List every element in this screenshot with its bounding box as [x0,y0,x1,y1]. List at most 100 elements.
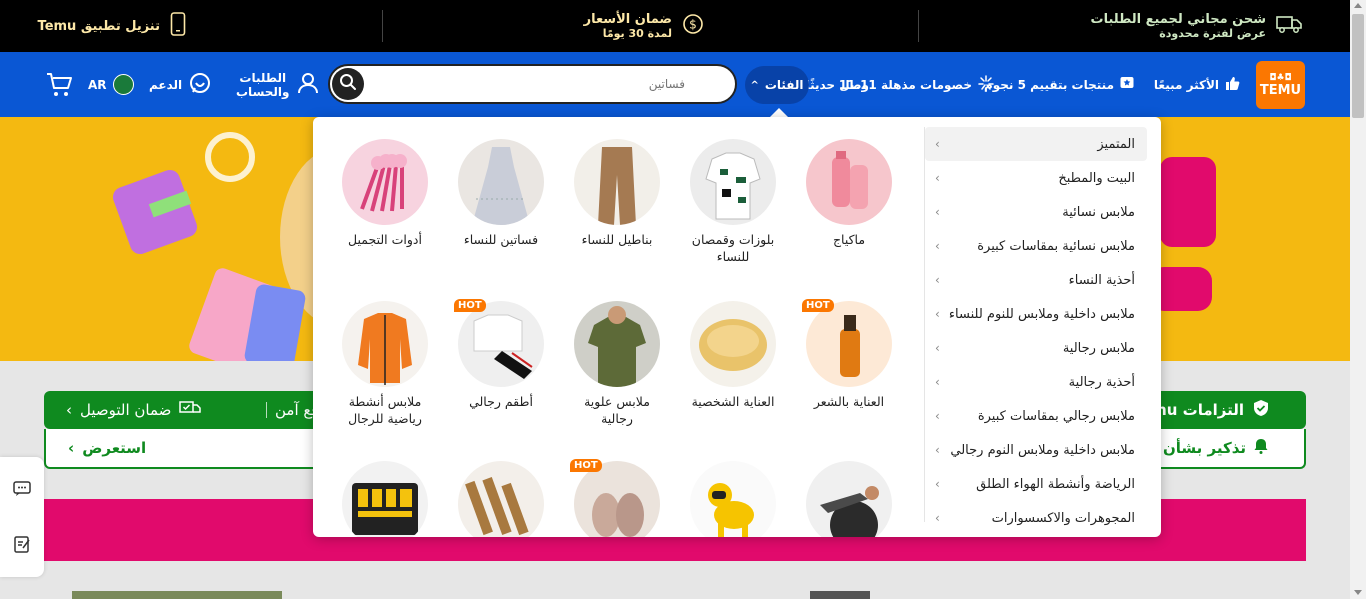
chevron-right-icon: › [935,137,940,151]
category-item[interactable]: ملابس رجالي بمقاسات كبيرة › [925,399,1147,433]
page: شحن مجاني لجميع الطلبات عرض لفترة محدودة… [0,0,1366,599]
product-tile-label: فساتين للنساء [463,232,539,247]
chevron-right-icon: › [935,409,940,423]
pink-bottles-image [806,139,892,225]
category-product-tile[interactable]: بناطيل للنساء [559,139,675,248]
hot-badge: HOT [454,299,486,312]
search-button[interactable] [332,68,364,100]
category-product-tile[interactable]: HOT العناية بالشعر [791,299,907,410]
category-item[interactable]: أحذية رجالية › [925,365,1147,399]
scroll-down-arrow-icon[interactable] [1354,590,1362,595]
search-input[interactable] [385,66,685,102]
feedback-icon[interactable] [14,535,31,557]
nav-new-arrivals-label: وصل حديثًا [805,77,869,92]
product-card-image[interactable] [810,591,870,599]
category-item-label: ملابس نسائية [1062,204,1135,220]
category-item-label: ملابس داخلية وملابس للنوم للنساء [948,306,1135,322]
shield-check-icon [1252,399,1270,421]
support-label: الدعم [149,77,183,92]
nav-best-sellers-label: الأكثر مبيعًا [1153,77,1219,92]
category-product-tile[interactable]: ملابس أنشطة رياضية للرجال [327,301,443,427]
chevron-right-icon: › [935,443,940,457]
price-guarantee-text: ضمان الأسعار [583,12,672,27]
thumbs-up-icon [1225,76,1240,94]
category-item-label: ملابس رجالية [1062,340,1135,356]
main-navbar: ◘♣◘ TEMU الأكثر مبيعًا منتجات بتقييم 5 ن… [0,52,1350,117]
category-product-tile[interactable]: ملابس علوية رجالية [559,301,675,427]
truck-icon [1276,13,1302,39]
category-item[interactable]: المتميز › [925,127,1147,161]
view-link[interactable]: ‹ استعرض [68,429,146,467]
category-item-label: ملابس نسائية بمقاسات كبيرة [977,238,1135,254]
product-tile-label: بناطيل للنساء [581,232,653,247]
chat-icon[interactable] [13,481,31,501]
language-selector[interactable]: AR [88,52,134,117]
fireworks-icon [978,75,994,94]
categories-tab[interactable]: ^ الفئات [745,66,809,104]
truck-check-icon [179,400,202,420]
chevron-right-icon: › [935,205,940,219]
category-item[interactable]: ملابس داخلية وملابس للنوم للنساء › [925,297,1147,331]
category-item[interactable]: ملابس داخلية وملابس النوم رجالي › [925,433,1147,467]
category-product-tile[interactable]: فساتين للنساء [443,139,559,248]
category-item[interactable]: ملابس نسائية › [925,195,1147,229]
dollar-coin-icon: $ [682,13,704,39]
temu-logo[interactable]: ◘♣◘ TEMU [1256,61,1305,109]
category-product-tile[interactable] [791,461,907,537]
scrollbar[interactable] [1350,0,1366,599]
category-product-tile[interactable]: أدوات التجميل [327,139,443,248]
free-shipping-promo[interactable]: شحن مجاني لجميع الطلبات عرض لفترة محدودة [1091,0,1302,52]
support-button[interactable]: الدعم [149,52,212,117]
category-product-tile[interactable] [675,461,791,537]
nav-new-arrivals[interactable]: وصل حديثًا [806,52,869,117]
category-item[interactable]: البيت والمطبخ › [925,161,1147,195]
nav-five-star[interactable]: منتجات بتقييم 5 نجوم [984,52,1134,117]
chevron-left-icon: ‹ [66,401,72,419]
divider [382,10,383,42]
divider [918,10,919,42]
robot-dog-image [690,461,776,537]
category-product-tile[interactable]: العناية الشخصية [675,301,791,410]
chevron-right-icon: › [935,477,940,491]
category-item[interactable]: أحذية النساء › [925,263,1147,297]
category-item[interactable]: ملابس رجالية › [925,331,1147,365]
cart-button[interactable] [46,72,74,102]
chevron-right-icon: › [935,273,940,287]
delivery-guarantee-item[interactable]: ‹ ضمان التوصيل [66,391,202,429]
product-tile-label: بلوزات وقمصان للنساء [691,232,775,264]
chevron-right-icon: › [935,171,940,185]
trousers-image [574,139,660,225]
language-label: AR [88,77,107,92]
category-product-tile[interactable]: HOT أطقم رجالي [443,299,559,410]
scroll-up-arrow-icon[interactable] [1354,3,1362,8]
category-item[interactable]: ملابس نسائية بمقاسات كبيرة › [925,229,1147,263]
scrollbar-thumb[interactable] [1352,14,1364,118]
category-product-tile[interactable] [443,461,559,537]
nav-best-sellers[interactable]: الأكثر مبيعًا [1154,52,1240,117]
price-guarantee-promo[interactable]: $ ضمان الأسعار لمدة 30 يومًا [584,0,704,52]
dress-image [458,139,544,225]
sports-jacket-image [342,301,428,387]
product-tile-label: ماكياج [832,232,866,247]
category-product-tile[interactable]: بلوزات وقمصان للنساء [675,139,791,265]
category-product-tile[interactable] [327,461,443,537]
category-item-label: أحذية رجالية [1068,374,1135,390]
category-item[interactable]: المجوهرات والاكسسوارات › [925,501,1147,535]
category-item-label: ملابس رجالي بمقاسات كبيرة [977,408,1135,424]
product-tile-label: أطقم رجالي [469,394,533,409]
product-card-image[interactable] [72,591,282,599]
logo-text: TEMU [1259,82,1302,98]
category-list: المتميز › البيت والمطبخ › ملابس نسائية › ملابس… [925,127,1147,535]
side-tools [0,457,44,577]
category-item-label: ملابس داخلية وملابس النوم رجالي [950,442,1135,458]
logo-glyph-icon: ◘♣◘ [1269,72,1292,83]
category-item[interactable]: الرياضة وأنشطة الهواء الطلق › [925,467,1147,501]
chevron-right-icon: › [935,375,940,389]
category-product-tile[interactable]: ماكياج [791,139,907,248]
hair-oil-image [806,301,892,387]
download-app-link[interactable]: تنزيل تطبيق Temu [38,0,186,52]
category-product-tile[interactable]: HOT [559,459,675,537]
user-icon [296,71,320,99]
orders-account-button[interactable]: الطلبات والحساب [236,52,320,117]
chevron-right-icon: › [935,511,940,525]
